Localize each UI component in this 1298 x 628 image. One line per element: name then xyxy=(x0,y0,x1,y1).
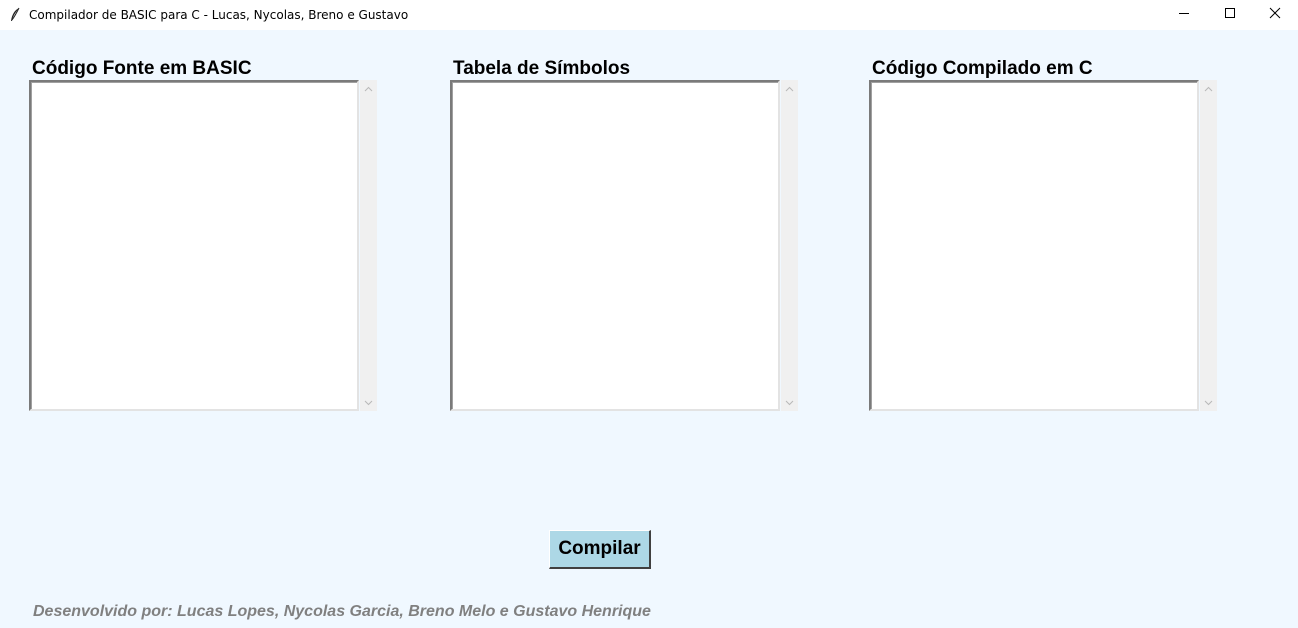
source-code-textarea[interactable] xyxy=(29,80,359,411)
minimize-icon xyxy=(1178,6,1190,24)
scroll-up-arrow-icon[interactable] xyxy=(360,80,377,97)
feather-icon xyxy=(9,7,21,23)
compile-button[interactable]: Compilar xyxy=(549,530,651,569)
compiled-code-scrollbar[interactable] xyxy=(1200,80,1217,411)
compiled-code-label: Código Compilado em C xyxy=(872,58,1093,79)
close-button[interactable] xyxy=(1252,0,1298,30)
compiled-code-textarea[interactable] xyxy=(869,80,1199,411)
close-icon xyxy=(1269,6,1281,24)
scroll-up-arrow-icon[interactable] xyxy=(781,80,798,97)
scroll-down-arrow-icon[interactable] xyxy=(360,394,377,411)
source-code-label: Código Fonte em BASIC xyxy=(32,58,252,79)
source-code-content xyxy=(31,82,357,409)
credits-footer: Desenvolvido por: Lucas Lopes, Nycolas G… xyxy=(33,603,651,620)
maximize-icon xyxy=(1224,6,1236,24)
scroll-down-arrow-icon[interactable] xyxy=(781,394,798,411)
scroll-down-arrow-icon[interactable] xyxy=(1200,394,1217,411)
compiled-code-content xyxy=(871,82,1197,409)
title-bar: Compilador de BASIC para C - Lucas, Nyco… xyxy=(0,0,1298,30)
symbol-table-textarea[interactable] xyxy=(450,80,780,411)
symbol-table-label: Tabela de Símbolos xyxy=(453,58,631,79)
maximize-button[interactable] xyxy=(1207,0,1253,30)
minimize-button[interactable] xyxy=(1161,0,1207,30)
window-title: Compilador de BASIC para C - Lucas, Nyco… xyxy=(29,8,409,22)
source-code-scrollbar[interactable] xyxy=(360,80,377,411)
symbol-table-scrollbar[interactable] xyxy=(781,80,798,411)
scroll-up-arrow-icon[interactable] xyxy=(1200,80,1217,97)
symbol-table-content xyxy=(452,82,778,409)
